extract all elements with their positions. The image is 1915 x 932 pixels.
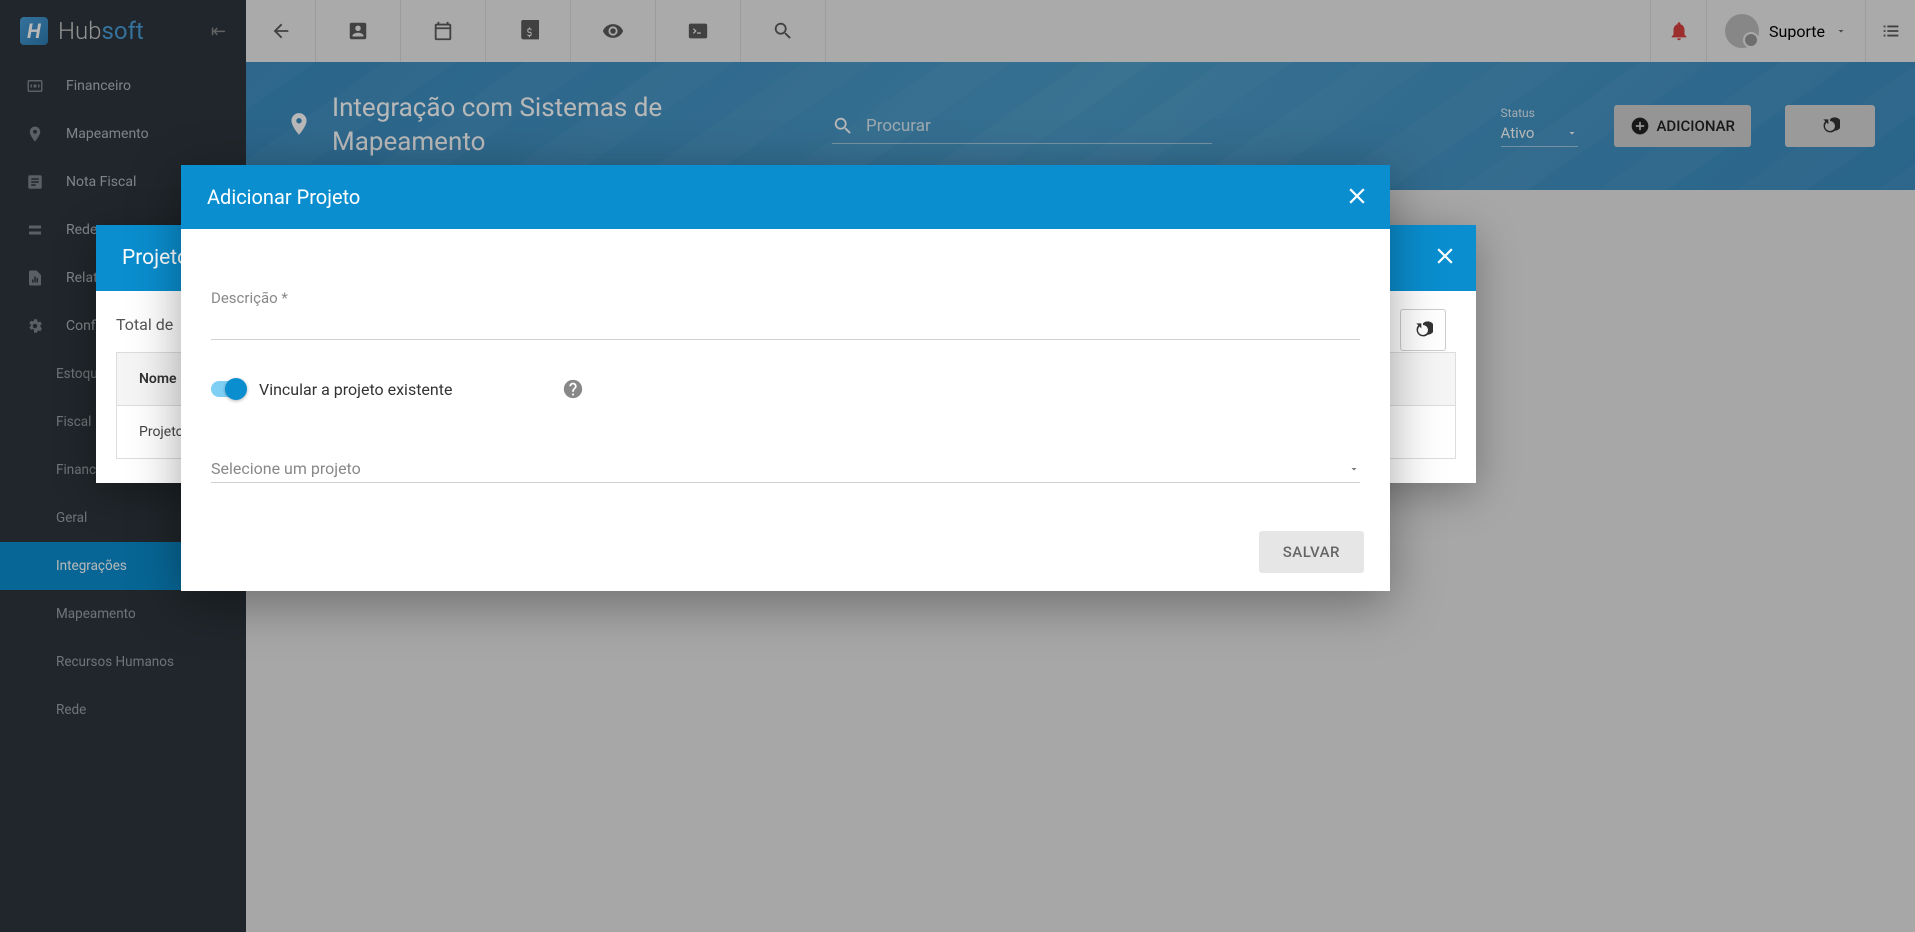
link-existing-row: Vincular a projeto existente xyxy=(211,378,1360,400)
description-label: Descrição * xyxy=(211,289,1360,307)
description-input[interactable] xyxy=(211,309,1360,340)
projects-refresh-button[interactable] xyxy=(1400,309,1446,351)
chevron-down-icon xyxy=(1348,463,1360,475)
project-select-placeholder: Selecione um projeto xyxy=(211,459,1348,478)
refresh-icon xyxy=(1413,320,1433,340)
help-icon[interactable] xyxy=(562,378,584,400)
link-existing-label: Vincular a projeto existente xyxy=(259,380,452,399)
save-button[interactable]: SALVAR xyxy=(1259,531,1364,573)
close-icon xyxy=(1432,243,1458,269)
add-project-title: Adicionar Projeto xyxy=(207,185,360,209)
close-icon xyxy=(1344,183,1370,209)
add-project-footer: SALVAR xyxy=(181,513,1390,591)
add-project-modal: Adicionar Projeto Descrição * Vincular a… xyxy=(181,165,1390,591)
project-select[interactable]: Selecione um projeto xyxy=(211,455,1360,483)
add-project-header: Adicionar Projeto xyxy=(181,165,1390,229)
add-project-close[interactable] xyxy=(1344,183,1370,214)
projects-modal-close[interactable] xyxy=(1432,243,1458,275)
link-existing-toggle[interactable] xyxy=(211,381,245,397)
